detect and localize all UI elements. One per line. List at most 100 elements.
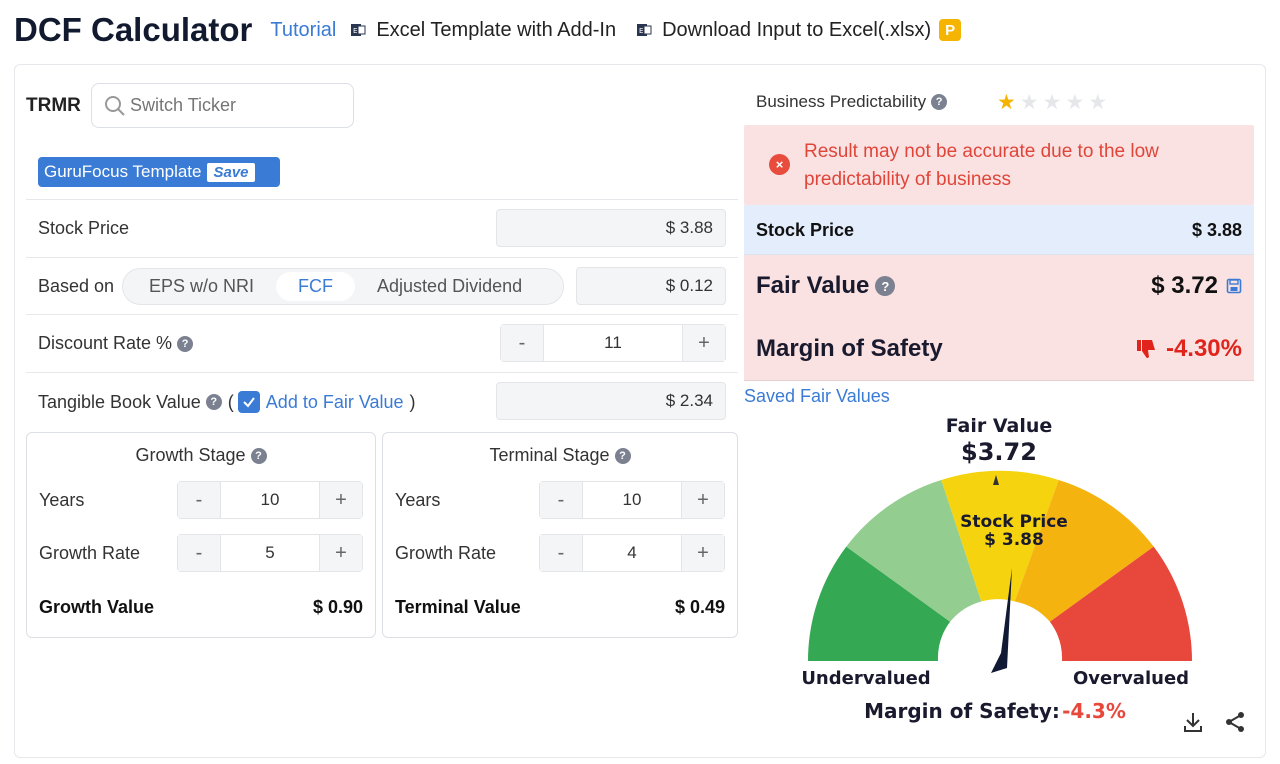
decrement-button[interactable]: - <box>178 482 220 518</box>
overvalued-label: Overvalued <box>1073 668 1189 689</box>
terminal-years-stepper: - 10 + <box>539 481 725 519</box>
saved-fair-values-link[interactable]: Saved Fair Values <box>744 386 890 407</box>
question-icon[interactable]: ? <box>614 447 631 464</box>
stock-price-value[interactable]: $ 3.88 <box>496 209 726 247</box>
save-disk-icon[interactable] <box>1226 278 1242 294</box>
option-fcf[interactable]: FCF <box>276 272 356 301</box>
based-on-value[interactable]: $ 0.12 <box>576 267 726 305</box>
star-icon: ★ <box>1065 91 1085 114</box>
growth-value: $ 0.90 <box>312 597 363 617</box>
decrement-button[interactable]: - <box>501 325 543 361</box>
download-excel-link[interactable]: E Download Input to Excel(.xlsx) <box>636 19 931 42</box>
terminal-rate-input[interactable]: 4 <box>582 535 682 571</box>
growth-value-label: Growth Value <box>39 597 155 617</box>
tutorial-link[interactable]: Tutorial <box>270 19 336 42</box>
template-selector[interactable]: GuruFocus Template Save <box>38 157 280 187</box>
growth-rate-input[interactable]: 5 <box>220 535 320 571</box>
excel-template-label: Excel Template with Add-In <box>376 18 617 41</box>
predictability-label-group: Business Predictability ? <box>756 92 948 112</box>
download-excel-label: Download Input to Excel(.xlsx) <box>662 18 932 41</box>
mos-value: -4.30% <box>1165 335 1242 362</box>
stock-price-row: Stock Price $ 3.88 <box>26 199 738 257</box>
growth-rate-label: Growth Rate <box>39 543 141 563</box>
check-icon <box>243 397 255 408</box>
mos-label: Margin of Safety <box>756 335 943 362</box>
predictability-stars: ★ ★ ★ ★ ★ <box>997 92 1107 113</box>
discount-rate-text: Discount Rate % <box>38 333 173 353</box>
save-template-button[interactable]: Save <box>207 162 255 182</box>
add-to-fair-value-label[interactable]: Add to Fair Value <box>266 392 404 413</box>
decrement-button[interactable]: - <box>178 535 220 571</box>
star-icon: ★ <box>1088 91 1108 114</box>
increment-button[interactable]: + <box>320 482 362 518</box>
premium-badge: P <box>939 19 962 41</box>
growth-rate-stepper: - 5 + <box>177 534 363 572</box>
star-icon: ★ <box>1042 91 1062 114</box>
paren-open: ( <box>227 391 234 412</box>
question-icon[interactable]: ? <box>250 447 267 464</box>
option-adjusted-dividend[interactable]: Adjusted Dividend <box>355 272 544 301</box>
add-to-fair-value-checkbox[interactable] <box>237 391 260 413</box>
decrement-button[interactable]: - <box>540 482 582 518</box>
page-title: DCF Calculator <box>14 11 253 48</box>
result-stock-price-value: $ 3.88 <box>1191 220 1242 240</box>
question-icon[interactable]: ? <box>177 335 194 352</box>
increment-button[interactable]: + <box>683 325 725 361</box>
valuation-gauge: Fair Value $3.72 Stock Price $ 3.88 Unde… <box>801 415 1192 723</box>
terminal-stage-title: Terminal Stage ? <box>383 445 737 466</box>
discount-rate-stepper: - 11 + <box>500 324 726 362</box>
fair-value-label: Fair Value <box>756 272 870 299</box>
download-icon[interactable] <box>1181 710 1205 734</box>
based-on-row: Based on EPS w/o NRI FCF Adjusted Divide… <box>26 257 738 314</box>
template-label: GuruFocus Template <box>44 162 202 181</box>
share-icon[interactable] <box>1223 710 1247 734</box>
increment-button[interactable]: + <box>682 482 724 518</box>
star-icon: ★ <box>1019 91 1039 114</box>
svg-text:E: E <box>353 27 357 35</box>
growth-stage-panel: Growth Stage ? Years - 10 + Growth Rate … <box>26 432 376 638</box>
terminal-stage-panel: Terminal Stage ? Years - 10 + Growth Rat… <box>382 432 738 638</box>
excel-template-link[interactable]: E Excel Template with Add-In <box>350 19 616 42</box>
search-input[interactable] <box>130 95 330 116</box>
decrement-button[interactable]: - <box>540 535 582 571</box>
option-eps[interactable]: EPS w/o NRI <box>127 272 276 301</box>
question-icon[interactable]: ? <box>931 94 948 110</box>
growth-years-label: Years <box>39 490 85 510</box>
gauge-fair-value: $3.72 <box>961 438 1037 466</box>
thumbs-down-icon <box>1136 340 1155 358</box>
terminal-stage-label: Terminal Stage <box>489 445 610 465</box>
increment-button[interactable]: + <box>682 535 724 571</box>
terminal-years-input[interactable]: 10 <box>582 482 682 518</box>
ticker-search[interactable] <box>91 83 354 128</box>
increment-button[interactable]: + <box>320 535 362 571</box>
tbv-label-group: Tangible Book Value ? ( Add to Fair Valu… <box>38 391 416 413</box>
stock-price-label: Stock Price <box>38 218 130 238</box>
result-stock-price-label: Stock Price <box>756 220 855 240</box>
excel-icon: E <box>351 24 366 36</box>
based-on-label: Based on <box>38 276 115 296</box>
terminal-rate-stepper: - 4 + <box>539 534 725 572</box>
fair-value-label-group: Fair Value ? <box>756 272 896 300</box>
gauge-stock-price: $ 3.88 <box>984 530 1044 550</box>
tbv-value[interactable]: $ 2.34 <box>496 382 726 420</box>
result-stock-price-row: Stock Price $ 3.88 <box>744 205 1254 255</box>
question-icon[interactable]: ? <box>875 276 896 296</box>
terminal-value-label: Terminal Value <box>395 597 521 617</box>
discount-rate-input[interactable]: 11 <box>543 325 683 361</box>
growth-stage-title: Growth Stage ? <box>27 445 375 466</box>
terminal-rate-label: Growth Rate <box>395 543 497 563</box>
svg-text:E: E <box>639 27 643 35</box>
growth-stage-label: Growth Stage <box>135 445 246 465</box>
tbv-row: Tangible Book Value ? ( Add to Fair Valu… <box>26 372 738 430</box>
question-icon[interactable]: ? <box>205 394 222 410</box>
growth-years-input[interactable]: 10 <box>220 482 320 518</box>
discount-rate-row: Discount Rate % ? - 11 + <box>26 314 738 372</box>
fair-value-group: $ 3.72 <box>1151 272 1242 300</box>
terminal-value: $ 0.49 <box>674 597 725 617</box>
growth-years-stepper: - 10 + <box>177 481 363 519</box>
fair-value-value: $ 3.72 <box>1151 272 1218 299</box>
warning-text: Result may not be accurate due to the lo… <box>804 141 1159 190</box>
tbv-label: Tangible Book Value <box>38 391 201 412</box>
gauge-stock-price-label: Stock Price <box>960 512 1068 532</box>
gauge-mos-label: Margin of Safety: <box>864 699 1060 723</box>
